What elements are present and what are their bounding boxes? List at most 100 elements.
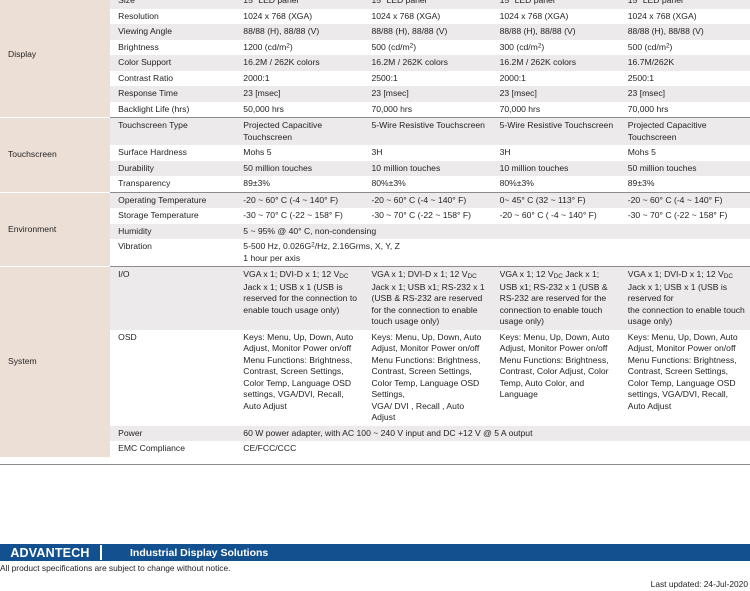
spec-value-cell: VGA x 1; 12 VDC Jack x 1; USB x1; RS-232… (493, 266, 622, 330)
table-row: Durability 50 million touches 10 million t… (0, 160, 750, 177)
table-row: Resolution 1024 x 768 (XGA) 1024 x 768 (XG… (0, 8, 750, 25)
spec-value-cell: 50 million touches (621, 160, 750, 177)
spec-value-cell: Projected Capacitive Touchscreen (237, 117, 366, 146)
table-row: Storage Temperature -30 ~ 70° C (-22 ~ 15… (0, 208, 750, 224)
spec-value-cell: 88/88 (H), 88/88 (V) (237, 24, 366, 40)
spec-value-cell: 88/88 (H), 88/88 (V) (365, 24, 494, 40)
table-row: Response Time 23 [msec] 23 [msec] 23 [msec]… (0, 86, 750, 102)
spec-label-cell: Viewing Angle (110, 24, 238, 40)
table-row: Transparency 89±3% 80%±3% 80%±3% 89±3% (0, 176, 750, 193)
spec-value-cell: 70,000 hrs (493, 101, 622, 118)
spec-value-cell: 1200 (cd/m2) (237, 39, 366, 56)
spec-label-cell: Response Time (110, 86, 238, 102)
spec-value-cell: 16.2M / 262K colors (365, 55, 494, 71)
spec-label-cell: Brightness (110, 39, 238, 56)
spec-value-cell: 23 [msec] (365, 86, 494, 102)
spec-value-cell: 15" LED panel (493, 0, 622, 9)
spec-label-cell: Surface Hardness (110, 145, 238, 161)
table-row: Vibration 5-500 Hz, 0.026G2/Hz, 2.16Grms,… (0, 239, 750, 267)
spec-label-cell: Storage Temperature (110, 208, 238, 224)
category-cell: Touchscreen (0, 117, 111, 193)
footer-text-row: All product specifications are subject t… (0, 561, 750, 589)
category-cell: System (0, 266, 111, 457)
category-cell: Display (0, 0, 111, 119)
spec-value-cell: -20 ~ 60° C (-4 ~ 140° F) (621, 191, 750, 209)
table-row: EMC Compliance CE/FCC/CCC (0, 441, 750, 457)
spec-label-cell: Vibration (110, 239, 238, 267)
spec-value-cell: 2500:1 (621, 70, 750, 87)
spec-value-cell: 88/88 (H), 88/88 (V) (493, 24, 622, 40)
spec-value-cell: 5-Wire Resistive Touchscreen (493, 117, 622, 146)
spec-value-cell: -20 ~ 60° C (-4 ~ 140° F) (237, 191, 366, 209)
spec-label-cell: I/O (110, 266, 238, 330)
last-updated-text: Last updated: 24-Jul-2020 (650, 579, 748, 589)
spec-value-cell: 15" LED panel (365, 0, 494, 9)
spec-value-cell: -20 ~ 60° C ( -4 ~ 140° F) (493, 208, 622, 224)
table-row: Brightness 1200 (cd/m2) 500 (cd/m2) 300 (cd… (0, 39, 750, 56)
spec-label-cell: EMC Compliance (110, 441, 238, 457)
spec-value-cell: 89±3% (237, 176, 366, 193)
table-row: Humidity 5 ~ 95% @ 40° C, non-condensing (0, 223, 750, 240)
spec-label-cell: Transparency (110, 176, 238, 193)
table-row: Environment Operating Temperature -20 ~ 60… (0, 191, 750, 268)
spec-value-cell: 16.7M/262K (621, 55, 750, 71)
table-row: Surface Hardness Mohs 5 3H 3H Mohs 5 (0, 145, 750, 161)
table-bottom-rule (0, 463, 750, 465)
table-row: Color Support 16.2M / 262K colors 16.2M / … (0, 55, 750, 71)
spec-value-cell: 3H (365, 145, 494, 161)
advantech-logo: ADVANTECH (0, 544, 100, 561)
spec-value-cell: 10 million touches (493, 160, 622, 177)
spec-value-cell: VGA x 1; DVI-D x 1; 12 VDC Jack x 1; USB… (237, 266, 366, 330)
brand-tagline: Industrial Display Solutions (130, 546, 269, 559)
table-row: Backlight Life (hrs) 50,000 hrs 70,000 hrs… (0, 101, 750, 118)
spec-value-cell: -20 ~ 60° C (-4 ~ 140° F) (365, 191, 494, 209)
spec-value-cell: 2500:1 (365, 70, 494, 87)
spec-value-cell: 80%±3% (365, 176, 494, 193)
spec-label-cell: Humidity (110, 223, 238, 240)
spec-value-cell: 50,000 hrs (237, 101, 366, 118)
spec-value-cell: 2000:1 (237, 70, 366, 87)
page-footer: ADVANTECH Industrial Display Solutions A… (0, 544, 750, 589)
spec-value-cell: 2000:1 (493, 70, 622, 87)
spec-value-cell: 23 [msec] (621, 86, 750, 102)
spec-label-cell: Size (110, 0, 238, 9)
spec-value-cell: Mohs 5 (621, 145, 750, 161)
spec-label-cell: Contrast Ratio (110, 70, 238, 87)
spec-value-cell: -30 ~ 70° C (-22 ~ 158° F) (365, 208, 494, 224)
spec-value-cell: Mohs 5 (237, 145, 366, 161)
spec-value-cell: 16.2M / 262K colors (493, 55, 622, 71)
spec-value-cell: 1024 x 768 (XGA) (621, 8, 750, 25)
spec-value-cell: 1024 x 768 (XGA) (493, 8, 622, 25)
table-row: Display Size 15" LED panel 15" LED panel 15"… (0, 0, 750, 119)
spec-value-cell: 50 million touches (237, 160, 366, 177)
spec-value-cell: VGA x 1; DVI-D x 1; 12 VDC Jack x 1; USB… (365, 266, 494, 330)
table-row: OSD Keys: Menu, Up, Down, Auto Adjust, Mo… (0, 329, 750, 426)
spec-value-cell: 5-Wire Resistive Touchscreen (365, 117, 494, 146)
spec-value-cell: 3H (493, 145, 622, 161)
spec-value-cell: 300 (cd/m2) (493, 39, 622, 56)
table-row: Touchscreen Touchscreen Type Projected Cap… (0, 117, 750, 193)
spec-value-cell: Keys: Menu, Up, Down, Auto Adjust, Monit… (621, 329, 750, 426)
spec-label-cell: Touchscreen Type (110, 117, 238, 146)
spec-value-cell: 23 [msec] (237, 86, 366, 102)
spec-value-cell: CE/FCC/CCC (237, 441, 750, 457)
spec-value-cell: 15" LED panel (621, 0, 750, 9)
table-row: Contrast Ratio 2000:1 2500:1 2000:1 2500:1 (0, 70, 750, 87)
spec-value-cell: 5-500 Hz, 0.026G2/Hz, 2.16Grms, X, Y, Z1… (237, 239, 750, 267)
spec-label-cell: OSD (110, 329, 238, 426)
spec-value-cell: 89±3% (621, 176, 750, 193)
spec-label-cell: Backlight Life (hrs) (110, 101, 238, 118)
specification-table: Display Size 15" LED panel 15" LED panel 15"… (0, 0, 750, 457)
spec-value-cell: 60 W power adapter, with AC 100 ~ 240 V … (237, 425, 750, 442)
spec-value-cell: 80%±3% (493, 176, 622, 193)
spec-value-cell: Projected Capacitive Touchscreen (621, 117, 750, 146)
spec-value-cell: 500 (cd/m2) (621, 39, 750, 56)
spec-value-cell: VGA x 1; DVI-D x 1; 12 VDC Jack x 1; USB… (621, 266, 750, 330)
specification-table-body: Display Size 15" LED panel 15" LED panel 15"… (0, 0, 750, 457)
spec-value-cell: 70,000 hrs (621, 101, 750, 118)
spec-label-cell: Resolution (110, 8, 238, 25)
spec-value-cell: 15" LED panel (237, 0, 366, 9)
table-row: System I/O VGA x 1; DVI-D x 1; 12 VDC Jack… (0, 266, 750, 457)
spec-value-cell: 23 [msec] (493, 86, 622, 102)
brand-bar: ADVANTECH Industrial Display Solutions (0, 544, 750, 561)
